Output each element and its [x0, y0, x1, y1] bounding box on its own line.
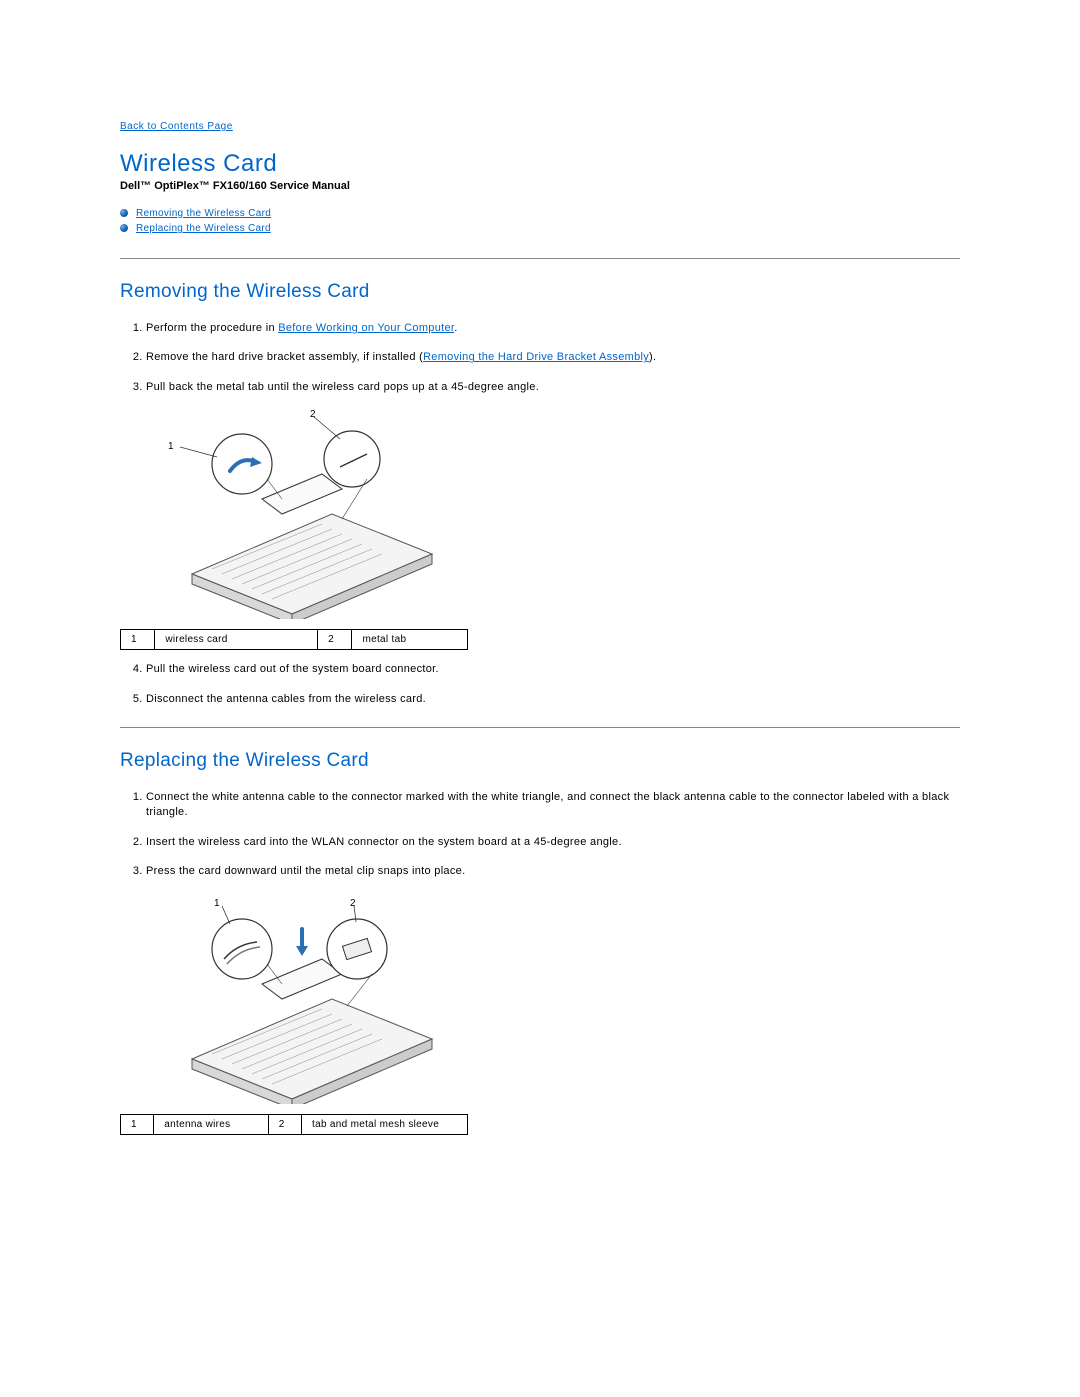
legend-label: tab and metal mesh sleeve: [302, 1114, 468, 1134]
callout-1: 1: [168, 441, 174, 452]
step-text: ).: [649, 351, 656, 363]
section-heading-replacing: Replacing the Wireless Card: [120, 750, 960, 772]
legend-label: metal tab: [352, 630, 468, 650]
manual-subtitle: Dell™ OptiPlex™ FX160/160 Service Manual: [120, 180, 960, 192]
document-page: Back to Contents Page Wireless Card Dell…: [0, 0, 1080, 1187]
diagram-svg: [172, 409, 452, 619]
step: Press the card downward until the metal …: [146, 864, 960, 879]
table-of-contents: Removing the Wireless Card Replacing the…: [120, 208, 960, 234]
section-divider: [120, 727, 960, 728]
table-row: 1 antenna wires 2 tab and metal mesh sle…: [121, 1114, 468, 1134]
callout-1: 1: [214, 898, 220, 909]
step-text: .: [454, 322, 457, 334]
removing-steps-cont: Pull the wireless card out of the system…: [120, 662, 960, 707]
step-text: Remove the hard drive bracket assembly, …: [146, 351, 423, 363]
legend-label: antenna wires: [154, 1114, 268, 1134]
link-before-working[interactable]: Before Working on Your Computer: [278, 322, 454, 334]
bullet-icon: [120, 209, 128, 217]
legend-num: 2: [268, 1114, 301, 1134]
legend-label: wireless card: [155, 630, 318, 650]
toc-item: Removing the Wireless Card: [120, 208, 960, 219]
step: Insert the wireless card into the WLAN c…: [146, 835, 960, 850]
step: Disconnect the antenna cables from the w…: [146, 692, 960, 707]
back-to-contents-link[interactable]: Back to Contents Page: [120, 121, 233, 132]
legend-num: 1: [121, 1114, 154, 1134]
toc-item: Replacing the Wireless Card: [120, 223, 960, 234]
link-hd-bracket[interactable]: Removing the Hard Drive Bracket Assembly: [423, 351, 649, 363]
step-text: Perform the procedure in: [146, 322, 278, 334]
figure-replacing: 1 2: [172, 894, 452, 1104]
replacing-steps: Connect the white antenna cable to the c…: [120, 790, 960, 880]
toc-link-removing[interactable]: Removing the Wireless Card: [136, 208, 271, 219]
legend-num: 1: [121, 630, 155, 650]
legend-num: 2: [318, 630, 352, 650]
legend-table-replacing: 1 antenna wires 2 tab and metal mesh sle…: [120, 1114, 468, 1135]
step: Remove the hard drive bracket assembly, …: [146, 350, 960, 365]
step: Perform the procedure in Before Working …: [146, 321, 960, 336]
diagram-svg: [172, 894, 452, 1104]
step: Pull the wireless card out of the system…: [146, 662, 960, 677]
bullet-icon: [120, 224, 128, 232]
figure-removing: 1 2: [172, 409, 452, 619]
callout-2: 2: [350, 898, 356, 909]
step: Connect the white antenna cable to the c…: [146, 790, 960, 821]
page-title: Wireless Card: [120, 150, 960, 178]
section-divider: [120, 258, 960, 259]
toc-link-replacing[interactable]: Replacing the Wireless Card: [136, 223, 271, 234]
legend-table-removing: 1 wireless card 2 metal tab: [120, 629, 468, 650]
callout-2: 2: [310, 409, 316, 420]
section-heading-removing: Removing the Wireless Card: [120, 281, 960, 303]
step: Pull back the metal tab until the wirele…: [146, 380, 960, 395]
table-row: 1 wireless card 2 metal tab: [121, 630, 468, 650]
removing-steps: Perform the procedure in Before Working …: [120, 321, 960, 395]
